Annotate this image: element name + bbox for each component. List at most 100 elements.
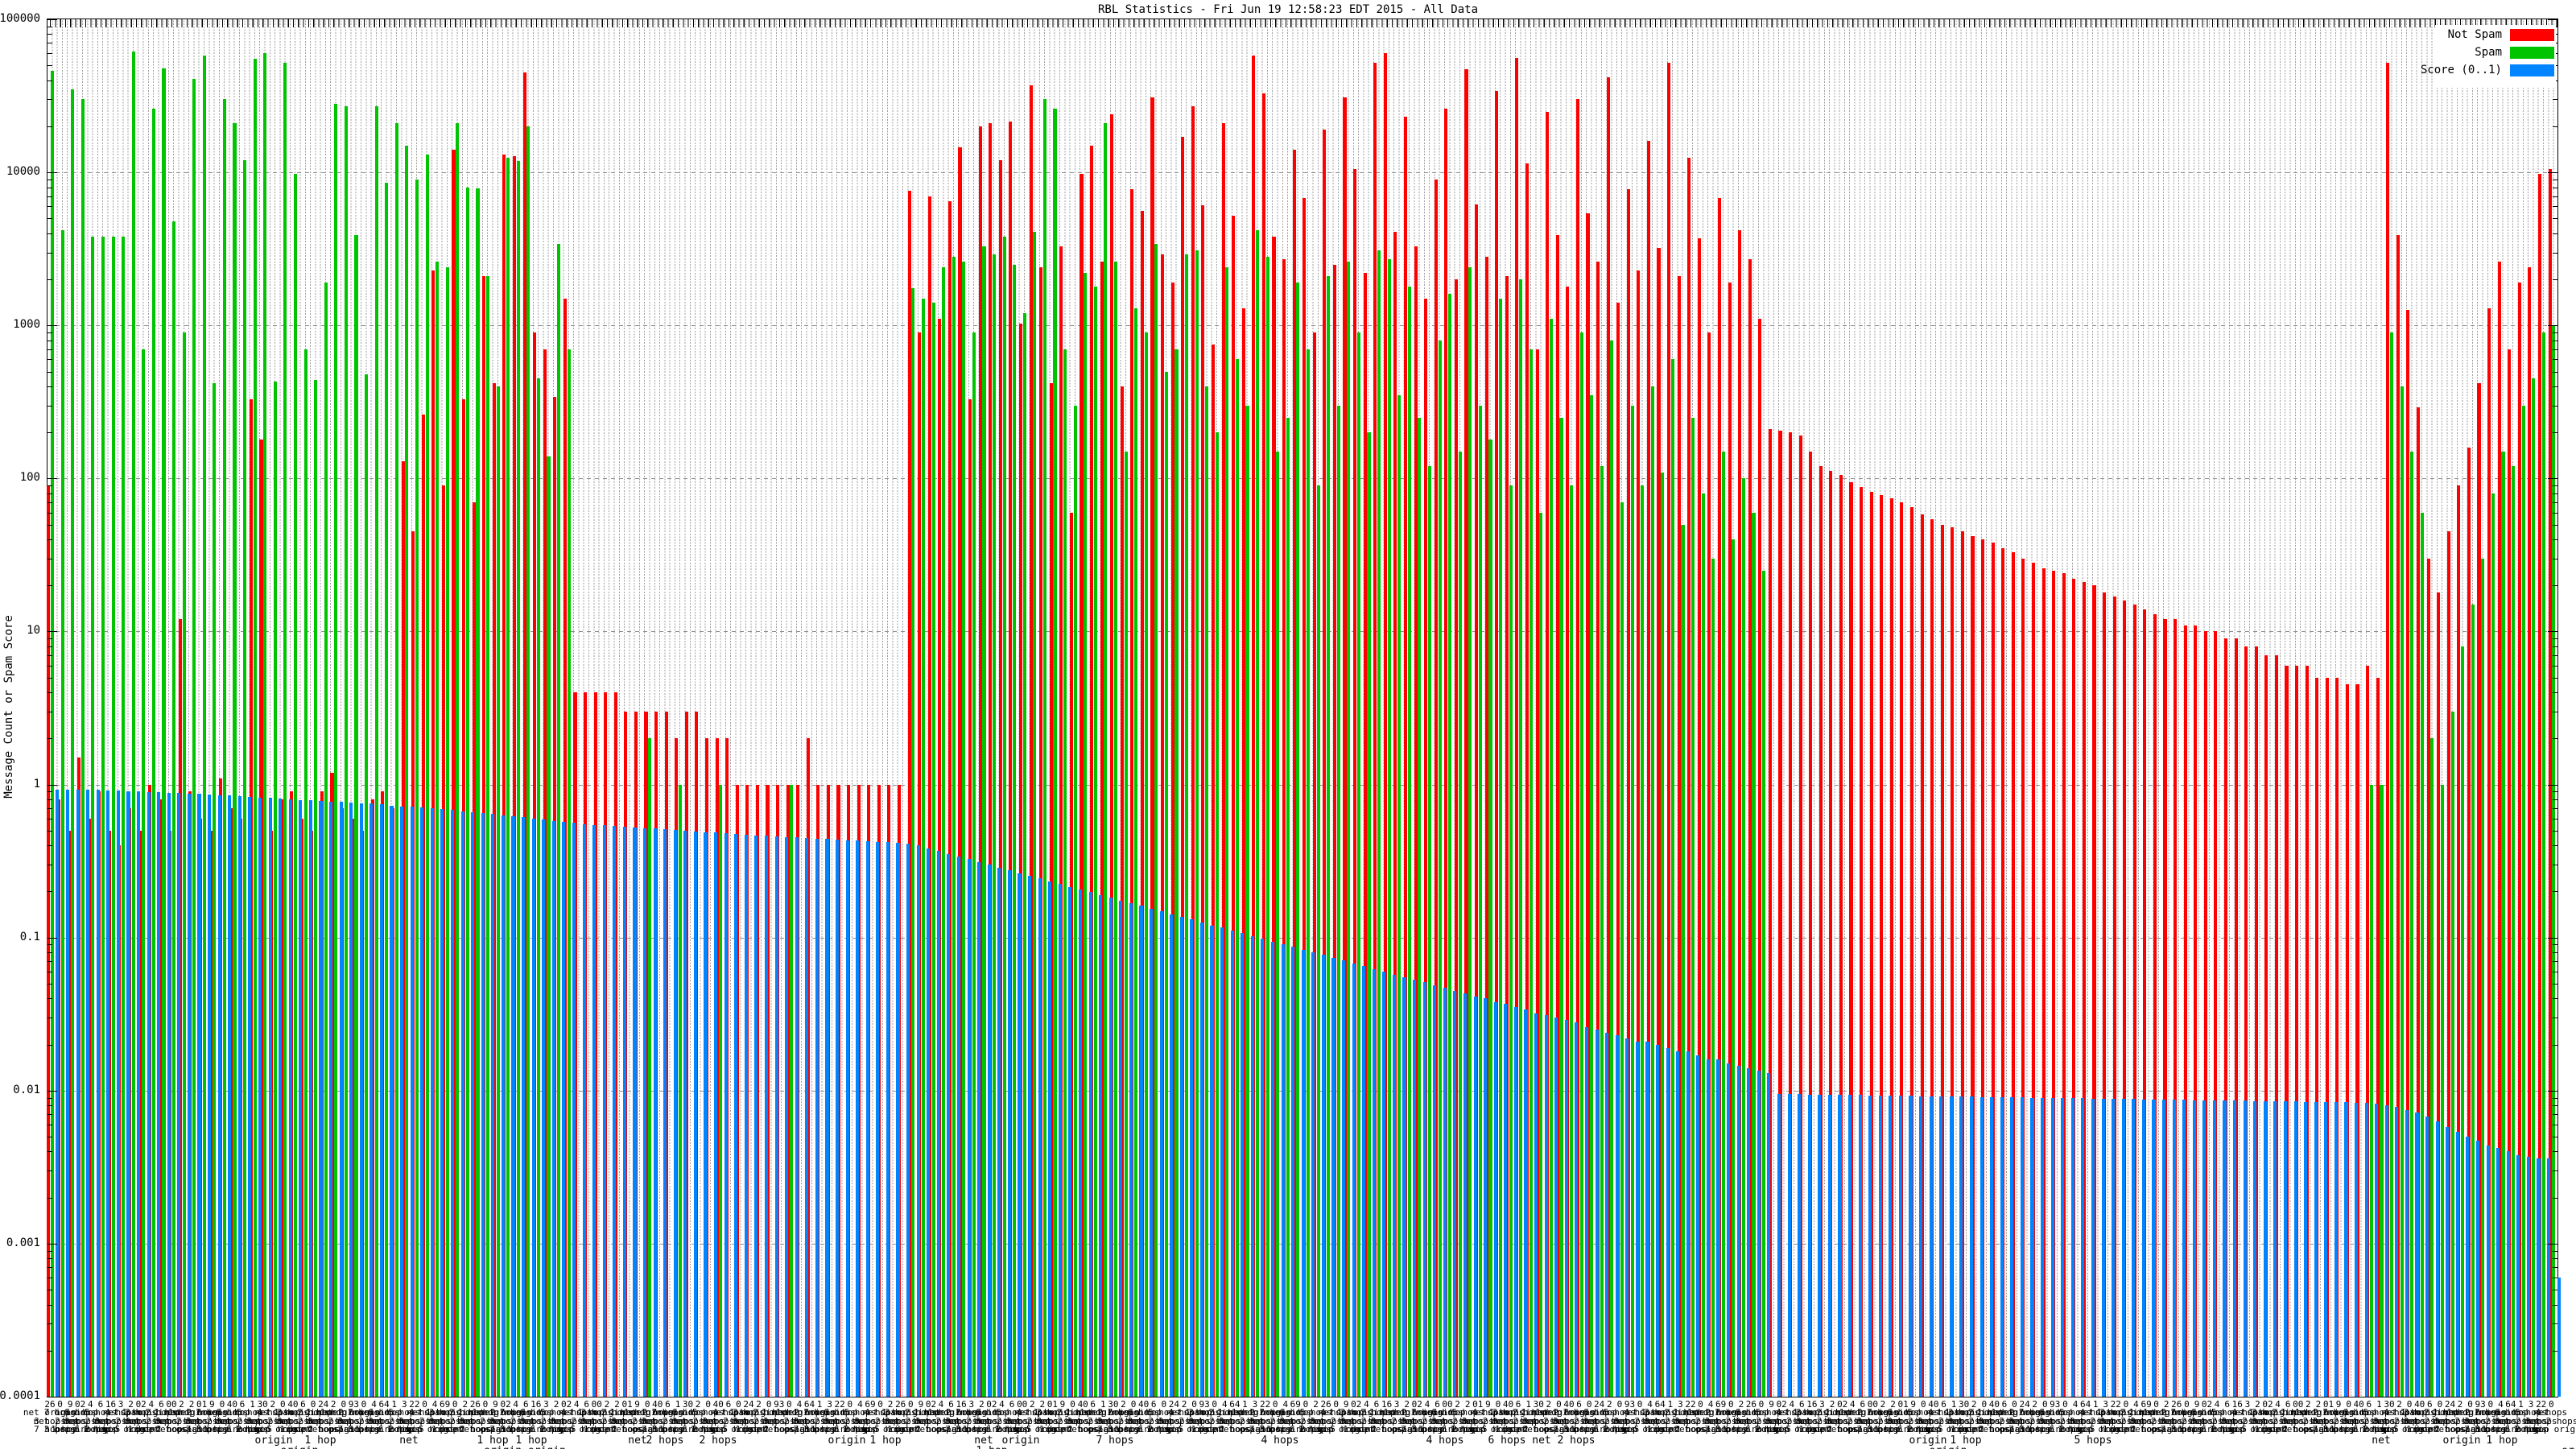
spam-bar <box>1529 349 1533 1397</box>
right-tick <box>2553 1267 2557 1269</box>
score-bar <box>704 832 708 1397</box>
spam-bar <box>790 784 794 1397</box>
score-bar <box>693 831 697 1397</box>
left-tick <box>47 325 57 327</box>
score-bar <box>329 802 333 1397</box>
score-bar <box>1372 969 1376 1397</box>
score-bar <box>572 823 576 1397</box>
score-bar <box>2132 1099 2136 1397</box>
top-minor-ticks <box>50 19 2557 27</box>
right-tick <box>2553 1258 2557 1260</box>
spam-bar <box>1691 417 1695 1397</box>
score-bar <box>916 845 920 1397</box>
x-sublabel: origin origin <box>484 1445 566 1449</box>
score-bar <box>2435 1121 2439 1397</box>
score-bar <box>602 825 606 1397</box>
left-tick <box>47 638 52 640</box>
score-bar <box>1969 1096 1974 1397</box>
left-tick <box>47 585 52 587</box>
spam-bar <box>324 283 328 1397</box>
spam-bar <box>365 374 369 1397</box>
score-bar <box>1038 878 1042 1397</box>
spam-bar <box>243 160 247 1397</box>
score-bar <box>116 791 120 1397</box>
spam-bar <box>1022 313 1026 1397</box>
score-bar <box>2314 1101 2318 1397</box>
right-tick <box>2553 512 2557 514</box>
x-sublabel: or <box>2562 1445 2574 1449</box>
chart-title: RBL Statistics - Fri Jun 19 12:58:23 EDT… <box>1097 3 1478 16</box>
right-tick <box>2553 359 2557 361</box>
score-bar <box>2050 1097 2054 1397</box>
spam-bar <box>1256 229 1260 1397</box>
score-bar <box>208 795 212 1397</box>
spam-bar <box>456 122 460 1397</box>
score-bar <box>1362 966 1366 1397</box>
spam-bar <box>1590 394 1594 1397</box>
spam-bar <box>1681 524 1685 1397</box>
y-tick-label: 0.1 <box>19 930 40 943</box>
score-bar <box>1949 1096 1953 1397</box>
spam-bar <box>1762 570 1766 1397</box>
score-bar <box>2334 1102 2338 1397</box>
spam-bar <box>2491 493 2495 1397</box>
right-tick <box>2553 432 2557 434</box>
score-bar <box>2466 1137 2470 1397</box>
y-tick-label: 0.01 <box>13 1083 40 1096</box>
spam-bar <box>1752 512 1756 1397</box>
x-sublabel: net <box>628 1435 647 1447</box>
score-bar <box>369 803 374 1397</box>
score-bar <box>126 791 130 1397</box>
right-tick <box>2548 325 2557 327</box>
left-tick <box>47 524 52 526</box>
score-bar <box>1382 971 1386 1397</box>
right-tick <box>2548 1243 2557 1245</box>
score-bar <box>1777 1094 1781 1397</box>
score-bar <box>299 800 303 1397</box>
right-tick <box>2553 646 2557 647</box>
spam-bar <box>2369 784 2373 1397</box>
score-bar <box>977 861 981 1397</box>
score-bar <box>1534 1013 1538 1397</box>
score-bar <box>2192 1100 2196 1397</box>
spam-bar <box>2521 405 2525 1397</box>
score-bar <box>1544 1015 1548 1397</box>
left-tick <box>47 1323 52 1325</box>
spam-bar <box>465 187 469 1397</box>
spam-bar <box>1306 349 1311 1397</box>
spam-bar <box>1519 279 1523 1397</box>
spam-bar <box>516 161 520 1397</box>
score-bar <box>1868 1095 1872 1397</box>
spam-bar <box>485 276 490 1397</box>
score-bar <box>2243 1100 2247 1397</box>
x-sublabel: origin <box>828 1435 866 1447</box>
left-tick <box>47 279 52 280</box>
score-bar <box>785 836 789 1397</box>
spam-bar <box>1620 502 1624 1397</box>
left-tick <box>47 891 52 893</box>
score-bar <box>1615 1035 1619 1397</box>
score-bar <box>2557 1278 2561 1397</box>
spam-bar <box>1630 405 1634 1397</box>
score-bar <box>2395 1107 2399 1397</box>
score-bar <box>1696 1055 1700 1397</box>
right-tick <box>2553 830 2557 832</box>
score-bar <box>2263 1100 2267 1397</box>
spam-bar <box>142 349 146 1397</box>
score-bar <box>460 811 464 1397</box>
score-bar <box>754 835 758 1397</box>
spam-bar <box>962 262 966 1397</box>
score-bar <box>1798 1094 1802 1397</box>
left-tick <box>47 799 52 800</box>
score-bar <box>1028 876 1032 1397</box>
score-bar <box>1129 902 1133 1397</box>
left-tick <box>47 1114 52 1116</box>
right-tick <box>2553 891 2557 893</box>
left-tick <box>47 845 52 847</box>
right-tick <box>2553 677 2557 679</box>
spam-bar <box>567 349 571 1397</box>
left-tick <box>47 646 52 647</box>
x-sublabel: net <box>399 1435 419 1447</box>
spam-bar <box>122 237 126 1397</box>
score-bar <box>2375 1104 2379 1397</box>
